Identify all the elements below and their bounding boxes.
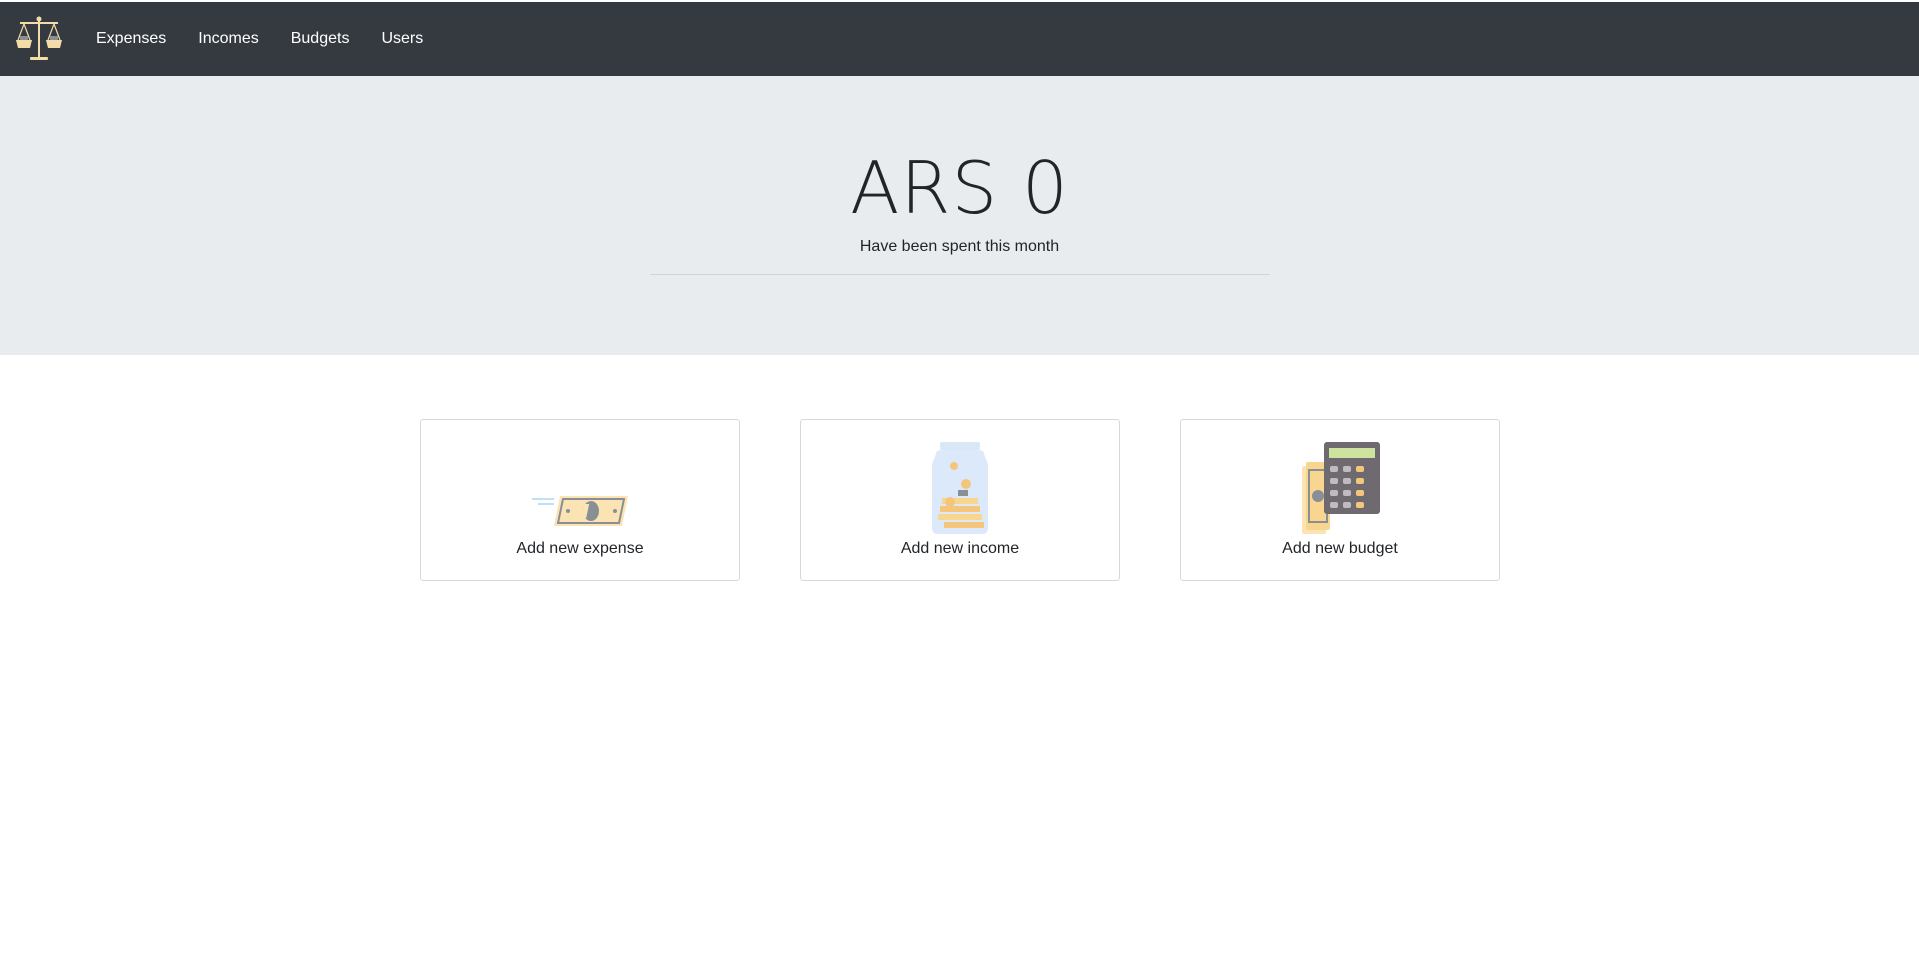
nav-link-expenses[interactable]: Expenses bbox=[80, 2, 182, 76]
nav-links: Expenses Incomes Budgets Users bbox=[80, 2, 439, 76]
nav-link-budgets[interactable]: Budgets bbox=[275, 2, 366, 76]
nav-link-incomes[interactable]: Incomes bbox=[182, 2, 274, 76]
coin-jar-icon bbox=[801, 440, 1119, 536]
add-income-card[interactable]: Add new income bbox=[800, 419, 1120, 581]
add-income-label: Add new income bbox=[900, 540, 1020, 557]
spent-amount: ARS 0 bbox=[850, 146, 1069, 230]
add-expense-label: Add new expense bbox=[516, 540, 644, 557]
add-budget-card[interactable]: Add new budget bbox=[1180, 419, 1500, 581]
spent-subtitle: Have been spent this month bbox=[859, 238, 1060, 255]
balance-scale-icon bbox=[16, 16, 62, 60]
nav-link-users[interactable]: Users bbox=[365, 2, 439, 76]
add-budget-label: Add new budget bbox=[1282, 540, 1398, 557]
top-navbar: Expenses Incomes Budgets Users bbox=[0, 2, 1919, 76]
add-expense-card[interactable]: Add new expense bbox=[420, 419, 740, 581]
calculator-money-icon bbox=[1181, 440, 1499, 536]
brand-logo[interactable] bbox=[14, 14, 64, 64]
divider bbox=[650, 274, 1270, 275]
flying-money-icon bbox=[421, 440, 739, 536]
summary-jumbotron: ARS 0 Have been spent this month bbox=[0, 76, 1919, 355]
